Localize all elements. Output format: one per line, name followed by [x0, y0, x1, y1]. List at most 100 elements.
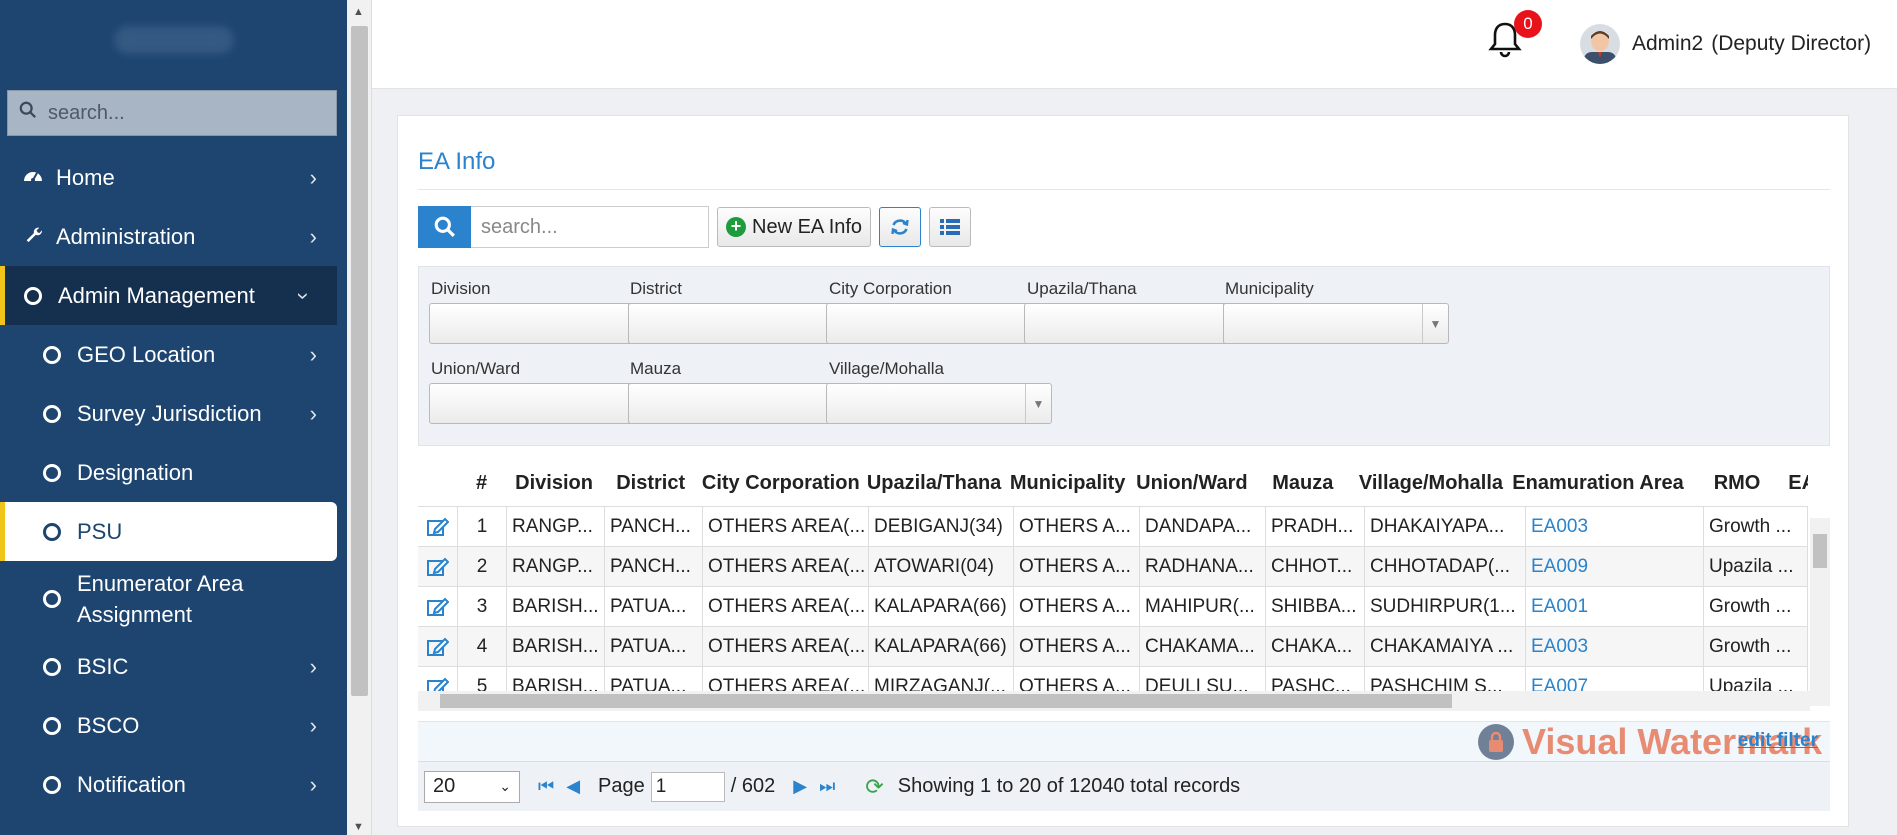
sidebar-item-designation[interactable]: Designation [0, 443, 347, 502]
chevron-down-icon: ⌄ [499, 778, 511, 794]
cell-city-corporation: OTHERS AREA(... [703, 587, 869, 627]
edit-icon[interactable] [418, 547, 458, 587]
cell-municipality: OTHERS A... [1014, 547, 1140, 587]
sidebar-item-survey-jurisdiction[interactable]: Survey Jurisdiction › [0, 384, 347, 443]
column-header[interactable]: Mauza [1254, 461, 1352, 506]
column-header[interactable]: Union/Ward [1130, 461, 1254, 506]
cell-division: RANGP... [507, 547, 605, 587]
village-select[interactable]: ▼ [826, 383, 1052, 424]
user-menu[interactable]: Admin2 (Deputy Director) [1580, 24, 1871, 64]
last-page-icon[interactable]: ⏭ [819, 776, 835, 797]
sidebar-scrollbar[interactable]: ▲ ▼ [347, 0, 372, 835]
toolbar: + New EA Info [418, 206, 972, 248]
chevron-right-icon: › [309, 400, 317, 426]
page-size-select[interactable]: 20 ⌄ [424, 770, 520, 803]
district-select[interactable]: ▼ [628, 303, 854, 344]
column-header[interactable]: RMO [1686, 461, 1789, 506]
circle-icon [43, 775, 61, 794]
city-corporation-select[interactable]: ▼ [826, 303, 1052, 344]
ea-table: # Division District City Corporation Upa… [418, 461, 1830, 711]
column-header[interactable]: Village/Mohalla [1352, 461, 1511, 506]
mauza-select[interactable]: ▼ [628, 383, 854, 424]
upazila-select[interactable]: ▼ [1024, 303, 1250, 344]
circle-icon [43, 345, 61, 364]
chevron-right-icon: › [309, 164, 317, 190]
sidebar-search[interactable] [7, 90, 337, 136]
refresh-button[interactable] [879, 207, 922, 247]
cell-ea-link[interactable]: EA009 [1526, 547, 1704, 587]
refresh-icon[interactable]: ⟳ [865, 774, 883, 800]
sidebar-item-label: BSIC [77, 653, 129, 679]
cell-division: BARISH... [507, 627, 605, 667]
edit-icon[interactable] [418, 627, 458, 667]
scroll-up-icon[interactable]: ▲ [353, 6, 364, 18]
sidebar-item-label: Enumerator Area Assignment [77, 571, 244, 627]
chevron-right-icon: › [309, 341, 317, 367]
column-header[interactable]: Enamuration Area [1510, 461, 1685, 506]
column-header[interactable]: EA [1788, 461, 1808, 506]
column-header[interactable]: City Corporation [699, 461, 863, 506]
prev-page-icon[interactable]: ◀ [566, 776, 580, 797]
circle-icon [43, 716, 61, 735]
search-input[interactable] [471, 206, 709, 248]
sidebar-search-input[interactable] [48, 101, 328, 125]
edit-icon[interactable] [418, 507, 458, 547]
cell-upazila: KALAPARA(66) [869, 587, 1014, 627]
sidebar-item-admin-management[interactable]: Admin Management › [0, 266, 337, 325]
topbar: 0 Admin2 (Deputy Director) [372, 0, 1897, 89]
column-header[interactable]: District [602, 461, 699, 506]
table-row[interactable]: 4 BARISH... PATUA... OTHERS AREA(... KAL… [418, 626, 1808, 667]
sidebar-item-notification[interactable]: Notification › [0, 755, 347, 814]
edit-icon[interactable] [418, 587, 458, 627]
next-page-icon[interactable]: ▶ [793, 776, 807, 797]
cell-ea-link[interactable]: EA003 [1526, 627, 1704, 667]
cell-ea-link[interactable]: EA001 [1526, 587, 1704, 627]
scrollbar-thumb[interactable] [351, 26, 368, 696]
new-ea-info-label: New EA Info [752, 215, 863, 238]
column-header[interactable]: Division [506, 461, 603, 506]
logo[interactable] [0, 0, 347, 80]
sidebar-item-bsic[interactable]: BSIC › [0, 637, 347, 696]
edit-filter-link[interactable]: edit filter [1738, 730, 1818, 752]
division-select[interactable]: ▼ [429, 303, 655, 344]
table-horizontal-scrollbar[interactable] [418, 691, 1810, 711]
scroll-down-icon[interactable]: ▼ [353, 821, 364, 833]
filter-panel: Division ▼ District ▼ City Corporation ▼… [418, 266, 1830, 446]
list-view-button[interactable] [929, 207, 972, 247]
scrollbar-thumb[interactable] [440, 694, 1452, 708]
column-header[interactable]: # [457, 461, 505, 506]
total-pages: / 602 [730, 775, 776, 797]
new-ea-info-button[interactable]: + New EA Info [717, 207, 872, 247]
table-vertical-scrollbar[interactable] [1810, 518, 1830, 706]
cell-mauza: SHIBBA... [1266, 587, 1365, 627]
sidebar-item-label: Survey Jurisdiction [77, 400, 262, 426]
column-header[interactable]: Upazila/Thana [863, 461, 1006, 506]
first-page-icon[interactable]: ⏮ [538, 776, 554, 797]
circle-icon [43, 522, 61, 541]
table-header: # Division District City Corporation Upa… [418, 461, 1808, 506]
search-icon [8, 101, 48, 125]
sidebar-item-psu[interactable]: PSU [0, 502, 337, 561]
cell-village: CHHOTADAP(... [1365, 547, 1526, 587]
table-row[interactable]: 3 BARISH... PATUA... OTHERS AREA(... KAL… [418, 586, 1808, 627]
sidebar-item-administration[interactable]: Administration › [0, 207, 347, 266]
page-number-input[interactable]: 1 [650, 771, 725, 802]
municipality-select[interactable]: ▼ [1223, 303, 1449, 344]
cell-ea-link[interactable]: EA003 [1526, 507, 1704, 547]
cell-mauza: CHAKA... [1266, 627, 1365, 667]
table-row[interactable]: 2 RANGP... PANCH... OTHERS AREA(... ATOW… [418, 546, 1808, 587]
page-size-value: 20 [433, 775, 456, 797]
union-select[interactable]: ▼ [429, 383, 655, 424]
sidebar-item-enumerator-area-assignment[interactable]: Enumerator Area Assignment [0, 561, 347, 637]
circle-icon [43, 590, 61, 608]
search-button[interactable] [418, 206, 471, 248]
table-row[interactable]: 1 RANGP... PANCH... OTHERS AREA(... DEBI… [418, 506, 1808, 547]
sidebar-item-home[interactable]: Home › [0, 148, 347, 207]
cell-upazila: DEBIGANJ(34) [869, 507, 1014, 547]
cell-rmo: Upazila ... [1704, 547, 1808, 587]
column-header[interactable]: Municipality [1006, 461, 1130, 506]
sidebar-item-bsco[interactable]: BSCO › [0, 696, 347, 755]
cell-division: BARISH... [507, 587, 605, 627]
sidebar-item-geo-location[interactable]: GEO Location › [0, 325, 347, 384]
scrollbar-thumb[interactable] [1813, 534, 1827, 568]
